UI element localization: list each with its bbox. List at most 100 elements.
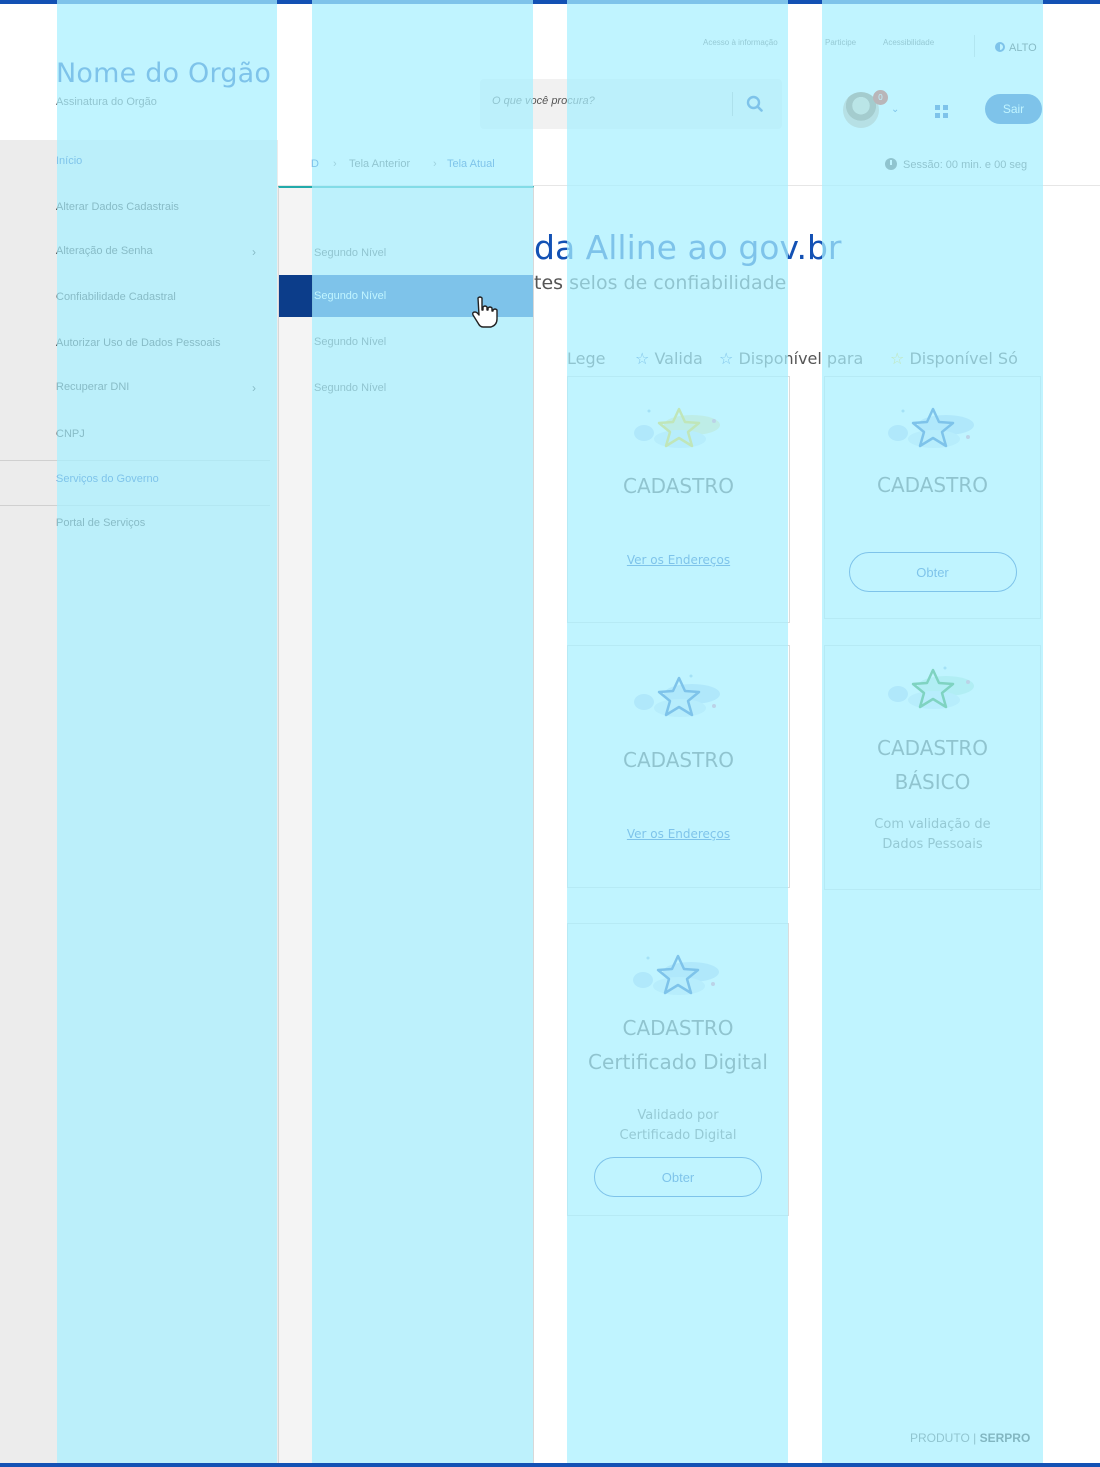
breadcrumb-separator: › (333, 158, 337, 170)
apps-grid-icon[interactable] (935, 105, 948, 118)
submenu-item-label: Segundo Nível (314, 290, 387, 302)
clock-icon (885, 158, 897, 170)
header-divider (974, 35, 975, 57)
menu-divider (0, 460, 270, 461)
page-title-start: da (534, 228, 586, 267)
legend-text: Disponível Só (909, 349, 1018, 368)
menu-item-alterar-dados[interactable]: Alterar Dados Cadastrais (56, 201, 261, 213)
obter-button[interactable]: Obter (848, 552, 1017, 592)
search-bar (480, 79, 782, 129)
menu-item-label: Autorizar Uso de Dados Pessoais (56, 337, 221, 349)
breadcrumb-previous[interactable]: Tela Anterior (349, 158, 410, 170)
card-description: Dados Pessoais (882, 837, 983, 852)
seal-card: CADASTRO Obter (824, 376, 1041, 619)
search-divider (732, 92, 733, 116)
menu-divider (0, 505, 270, 506)
page-subtitle: tes selos de confiabilidade (534, 272, 787, 294)
card-title: CADASTRO (623, 748, 734, 772)
card-link[interactable]: Ver os Endereços (568, 827, 789, 841)
contrast-toggle[interactable]: ALTO (995, 42, 1037, 54)
star-badge-icon (633, 954, 719, 995)
card-link[interactable]: Ver os Endereços (568, 553, 789, 567)
chevron-right-icon: › (252, 381, 256, 395)
page-title: da Alline ao gov.br (534, 228, 841, 267)
legend-label: Lege (567, 349, 606, 368)
star-badge-icon (887, 407, 974, 448)
star-icon: ☆ (890, 349, 905, 368)
menu-item-label: Serviços do Governo (56, 473, 159, 485)
card-title: CADASTRO (877, 736, 988, 760)
star-badge-icon (887, 666, 974, 709)
menu-item-alteracao-senha[interactable]: Alteração de Senha › (56, 245, 261, 259)
logout-button[interactable]: Sair (985, 94, 1042, 124)
menu-item-label: CNPJ (56, 428, 85, 440)
footer-separator: | (973, 1431, 977, 1445)
breadcrumb: D › Tela Anterior › Tela Atual Sessão: 0… (278, 140, 1100, 186)
breadcrumb-current: Tela Atual (447, 158, 495, 170)
page-title-name: Alline ao gov.br (585, 228, 842, 267)
session-timer: Sessão: 00 min. e 00 seg (885, 158, 1027, 171)
bottom-accent-line (0, 1463, 1100, 1467)
card-description: Com validação de (874, 817, 991, 832)
obter-button[interactable]: Obter (594, 1157, 762, 1197)
seal-card: CADASTRO BÁSICO Com validação de Dados P… (824, 645, 1041, 890)
card-title: CADASTRO (877, 473, 988, 497)
chevron-right-icon: › (252, 245, 256, 259)
page: Nome do Orgão Assinatura do Orgão Acesso… (0, 0, 1100, 1467)
session-label: Sessão: 00 min. e 00 seg (903, 159, 1028, 171)
menu-item-confiabilidade[interactable]: Confiabilidade Cadastral (56, 291, 261, 303)
menu-item-portal-servicos[interactable]: Portal de Serviços (56, 517, 261, 529)
menu-item-servicos-governo[interactable]: Serviços do Governo (56, 473, 261, 485)
menu-item-cnpj[interactable]: CNPJ (56, 428, 261, 440)
legend-disponivel-para: ☆ Disponível para (719, 349, 863, 368)
card-title: Certificado Digital (588, 1050, 768, 1074)
submenu-item[interactable]: Segundo Nível (279, 367, 533, 409)
side-menu: Início Alterar Dados Cadastrais Alteraçã… (0, 140, 278, 1463)
hand-cursor-icon (472, 296, 498, 328)
menu-item-label: Alterar Dados Cadastrais (56, 201, 179, 213)
notification-badge: 0 (873, 90, 888, 105)
link-acesso-informacao[interactable]: Acesso à informação (703, 38, 778, 47)
contrast-icon (995, 42, 1005, 52)
star-icon: ☆ (635, 349, 650, 368)
link-participe[interactable]: Participe (825, 38, 856, 47)
seal-card: CADASTRO Ver os Endereços (567, 645, 790, 888)
contrast-label: ALTO (1009, 42, 1037, 54)
card-title: CADASTRO (622, 1016, 734, 1040)
legend-text: Valida (654, 349, 703, 368)
menu-item-label: Alteração de Senha (56, 245, 153, 257)
menu-item-recuperar-dni[interactable]: Recuperar DNI › (56, 381, 261, 395)
search-icon[interactable] (744, 93, 766, 115)
seal-card: CADASTRO Certificado Digital Validado po… (567, 923, 789, 1216)
star-badge-icon (633, 674, 720, 717)
footer-brand: PRODUTO | SERPRO (910, 1431, 1030, 1445)
menu-item-label: Confiabilidade Cadastral (56, 291, 176, 303)
search-input[interactable] (492, 95, 722, 107)
card-title: CADASTRO (623, 474, 734, 498)
chevron-down-icon[interactable]: ⌄ (891, 104, 899, 115)
menu-item-inicio[interactable]: Início (56, 155, 261, 167)
legend-disponivel-so: ☆ Disponível Só (890, 349, 1018, 368)
menu-item-label: Recuperar DNI (56, 381, 130, 393)
org-signature: Assinatura do Orgão (56, 96, 157, 108)
menu-item-label: Portal de Serviços (56, 517, 146, 529)
legend-text: Disponível para (738, 349, 864, 368)
footer-serpro: SERPRO (979, 1431, 1031, 1445)
star-badge-icon (633, 407, 720, 448)
menu-item-autorizar-dados[interactable]: Autorizar Uso de Dados Pessoais (56, 337, 261, 349)
menu-item-label: Início (56, 155, 83, 167)
legend-valida: ☆ Valida (635, 349, 703, 368)
breadcrumb-home[interactable]: D (311, 158, 319, 170)
star-icon: ☆ (719, 349, 734, 368)
org-name[interactable]: Nome do Orgão (56, 58, 271, 89)
card-title: BÁSICO (894, 770, 971, 794)
card-description: Validado por (637, 1108, 719, 1123)
seal-card: CADASTRO Ver os Endereços (567, 376, 790, 623)
breadcrumb-separator: › (433, 158, 437, 170)
link-acessibilidade[interactable]: Acessibilidade (883, 38, 934, 47)
footer-produto: PRODUTO (910, 1431, 970, 1445)
submenu-item[interactable]: Segundo Nível (279, 232, 533, 274)
header: Nome do Orgão Assinatura do Orgão Acesso… (0, 4, 1100, 140)
submenu-panel: Segundo Nível Segundo Nível Segundo Níve… (278, 186, 534, 1463)
card-description: Certificado Digital (619, 1128, 737, 1143)
